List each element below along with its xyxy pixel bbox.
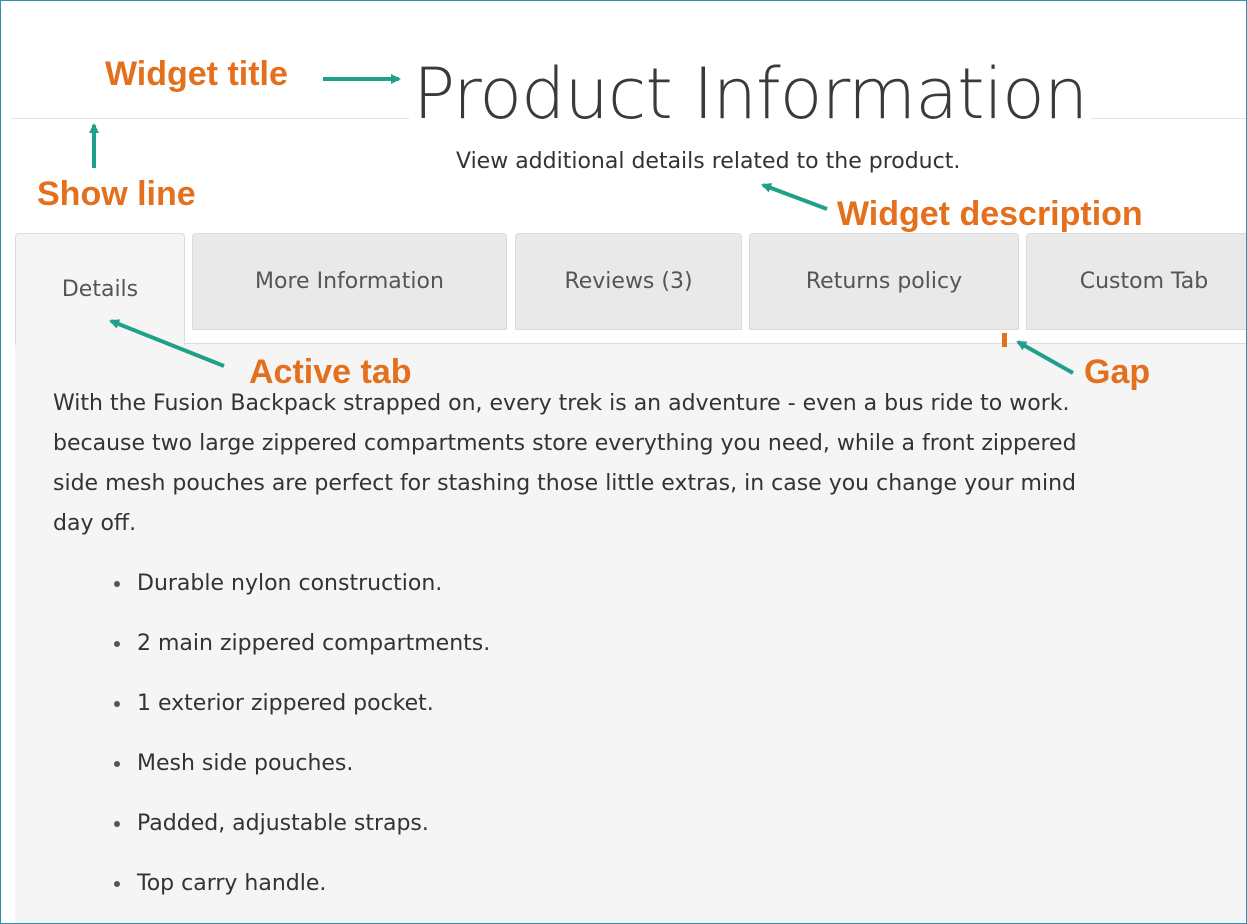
tab-label: Custom Tab: [1079, 269, 1209, 294]
tab-label: More Information: [255, 269, 444, 294]
tab-reviews[interactable]: Reviews (3): [515, 233, 742, 330]
description-line: With the Fusion Backpack strapped on, ev…: [53, 391, 1070, 416]
tab-content-panel: With the Fusion Backpack strapped on, ev…: [15, 343, 1246, 923]
annotation-widget-title: Widget title: [105, 55, 288, 93]
arrow-to-widget-description: [761, 183, 828, 211]
tab-label: Reviews (3): [564, 269, 693, 294]
gap-marker: [1002, 333, 1007, 347]
feature-list: Durable nylon construction. 2 main zippe…: [95, 564, 490, 923]
product-description: With the Fusion Backpack strapped on, ev…: [53, 384, 1246, 544]
list-item: 1 exterior zippered pocket.: [133, 684, 490, 744]
tab-more-information[interactable]: More Information: [192, 233, 507, 330]
widget-description: View additional details related to the p…: [456, 149, 961, 174]
list-item: Padded, adjustable straps.: [133, 804, 490, 864]
tab-custom-tab[interactable]: Custom Tab: [1026, 233, 1246, 330]
widget-title: Product Information: [409, 49, 1092, 139]
tab-details[interactable]: Details: [15, 233, 185, 345]
tab-bar: Details More Information Reviews (3) Ret…: [15, 233, 1246, 345]
tab-label: Returns policy: [805, 269, 963, 294]
annotation-gap: Gap: [1084, 353, 1151, 391]
screenshot-frame: Product Information View additional deta…: [0, 0, 1247, 924]
list-item: Durable nylon construction.: [133, 564, 490, 624]
description-line: side mesh pouches are perfect for stashi…: [53, 471, 1076, 496]
description-line: because two large zippered compartments …: [53, 431, 1077, 456]
annotation-widget-description: Widget description: [837, 195, 1143, 233]
tab-label: Details: [61, 277, 139, 302]
list-item: Top carry handle.: [133, 864, 490, 923]
annotation-show-line: Show line: [37, 175, 196, 213]
annotation-active-tab: Active tab: [249, 353, 412, 391]
tab-returns-policy[interactable]: Returns policy: [749, 233, 1019, 330]
list-item: Mesh side pouches.: [133, 744, 490, 804]
list-item: 2 main zippered compartments.: [133, 624, 490, 684]
description-line: day off.: [53, 511, 137, 536]
